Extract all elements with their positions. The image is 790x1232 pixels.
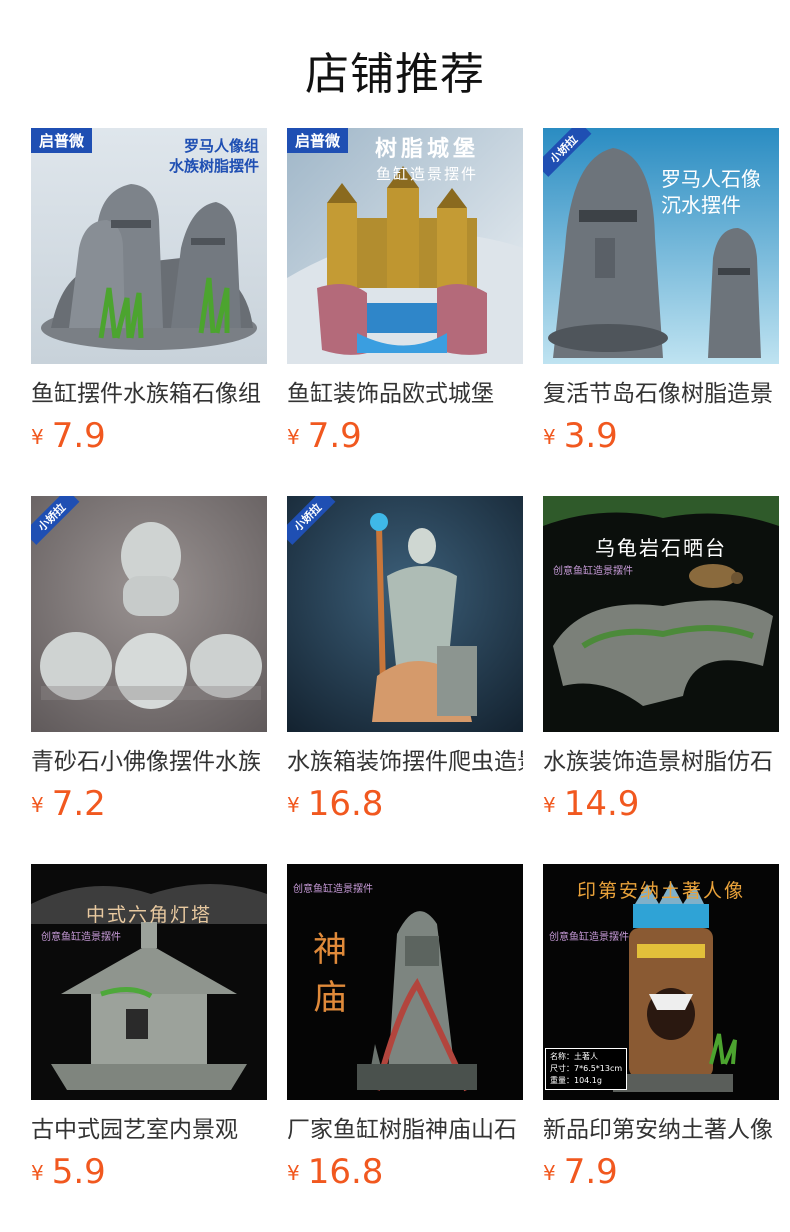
product-image-9[interactable]: 印第安纳土著人像 创意鱼缸造景摆件 名称：土著人 尺寸：7*6.5*13cm 重… xyxy=(543,864,779,1100)
product-name[interactable]: 水族装饰造景树脂仿石 xyxy=(543,746,779,778)
currency-symbol: ¥ xyxy=(543,1161,556,1185)
brand-tag: 启普微 xyxy=(287,128,349,153)
currency-symbol: ¥ xyxy=(31,1161,44,1185)
product-price: ¥5.9 xyxy=(31,1152,106,1192)
product-price: ¥7.9 xyxy=(543,1152,618,1192)
section-title: 店铺推荐 xyxy=(305,49,485,100)
product-image-2[interactable]: 启普微 树脂城堡 鱼缸造景摆件 xyxy=(287,128,523,364)
brand-tag: 启普微 xyxy=(31,128,93,153)
image-caption: 罗马人像组 水族树脂摆件 xyxy=(168,137,259,175)
product-price: ¥7.2 xyxy=(31,784,106,824)
product-image-8[interactable]: 创意鱼缸造景摆件 神 庙 xyxy=(287,864,523,1100)
product-name[interactable]: 厂家鱼缸树脂神庙山石 xyxy=(287,1114,523,1146)
product-name[interactable]: 水族箱装饰摆件爬虫造景 xyxy=(287,746,523,778)
spec-box: 名称：土著人 尺寸：7*6.5*13cm 重量：104.1g xyxy=(545,1048,628,1090)
image-caption: 乌龟岩石晒台 xyxy=(595,536,727,560)
product-image-3[interactable]: 小娇拉 罗马人石像 沉水摆件 xyxy=(543,128,779,364)
product-price: ¥16.8 xyxy=(287,784,384,824)
product-image-7[interactable]: 中式六角灯塔 创意鱼缸造景摆件 xyxy=(31,864,267,1100)
currency-symbol: ¥ xyxy=(287,793,300,817)
currency-symbol: ¥ xyxy=(543,793,556,817)
currency-symbol: ¥ xyxy=(31,425,44,449)
currency-symbol: ¥ xyxy=(287,425,300,449)
image-subcaption: 创意鱼缸造景摆件 xyxy=(41,932,121,943)
image-caption: 树脂城堡 鱼缸造景摆件 xyxy=(375,137,480,184)
product-image-1[interactable]: 启普微 罗马人像组 水族树脂摆件 xyxy=(31,128,267,364)
product-image-4[interactable]: 小娇拉 xyxy=(31,496,267,732)
product-price: ¥7.9 xyxy=(287,416,362,456)
product-name[interactable]: 新品印第安纳土著人像 xyxy=(543,1114,779,1146)
product-name[interactable]: 古中式园艺室内景观 xyxy=(31,1114,267,1146)
product-name[interactable]: 复活节岛石像树脂造景 xyxy=(543,378,779,410)
currency-symbol: ¥ xyxy=(543,425,556,449)
product-price: ¥14.9 xyxy=(543,784,640,824)
product-price: ¥3.9 xyxy=(543,416,618,456)
product-name[interactable]: 鱼缸摆件水族箱石像组 xyxy=(31,378,267,410)
product-image-5[interactable]: 小娇拉 xyxy=(287,496,523,732)
product-image-6[interactable]: 乌龟岩石晒台 创意鱼缸造景摆件 xyxy=(543,496,779,732)
image-caption: 神 庙 xyxy=(313,930,347,1018)
image-subcaption: 创意鱼缸造景摆件 xyxy=(293,884,373,895)
product-name[interactable]: 青砂石小佛像摆件水族 xyxy=(31,746,267,778)
currency-symbol: ¥ xyxy=(287,1161,300,1185)
currency-symbol: ¥ xyxy=(31,793,44,817)
product-price: ¥16.8 xyxy=(287,1152,384,1192)
image-subcaption: 创意鱼缸造景摆件 xyxy=(549,932,629,943)
product-name[interactable]: 鱼缸装饰品欧式城堡 xyxy=(287,378,523,410)
product-price: ¥7.9 xyxy=(31,416,106,456)
image-caption: 罗马人石像 沉水摆件 xyxy=(661,167,761,217)
image-caption: 中式六角灯塔 xyxy=(85,904,212,926)
image-caption: 印第安纳土著人像 xyxy=(576,880,745,902)
image-subcaption: 创意鱼缸造景摆件 xyxy=(553,566,633,577)
